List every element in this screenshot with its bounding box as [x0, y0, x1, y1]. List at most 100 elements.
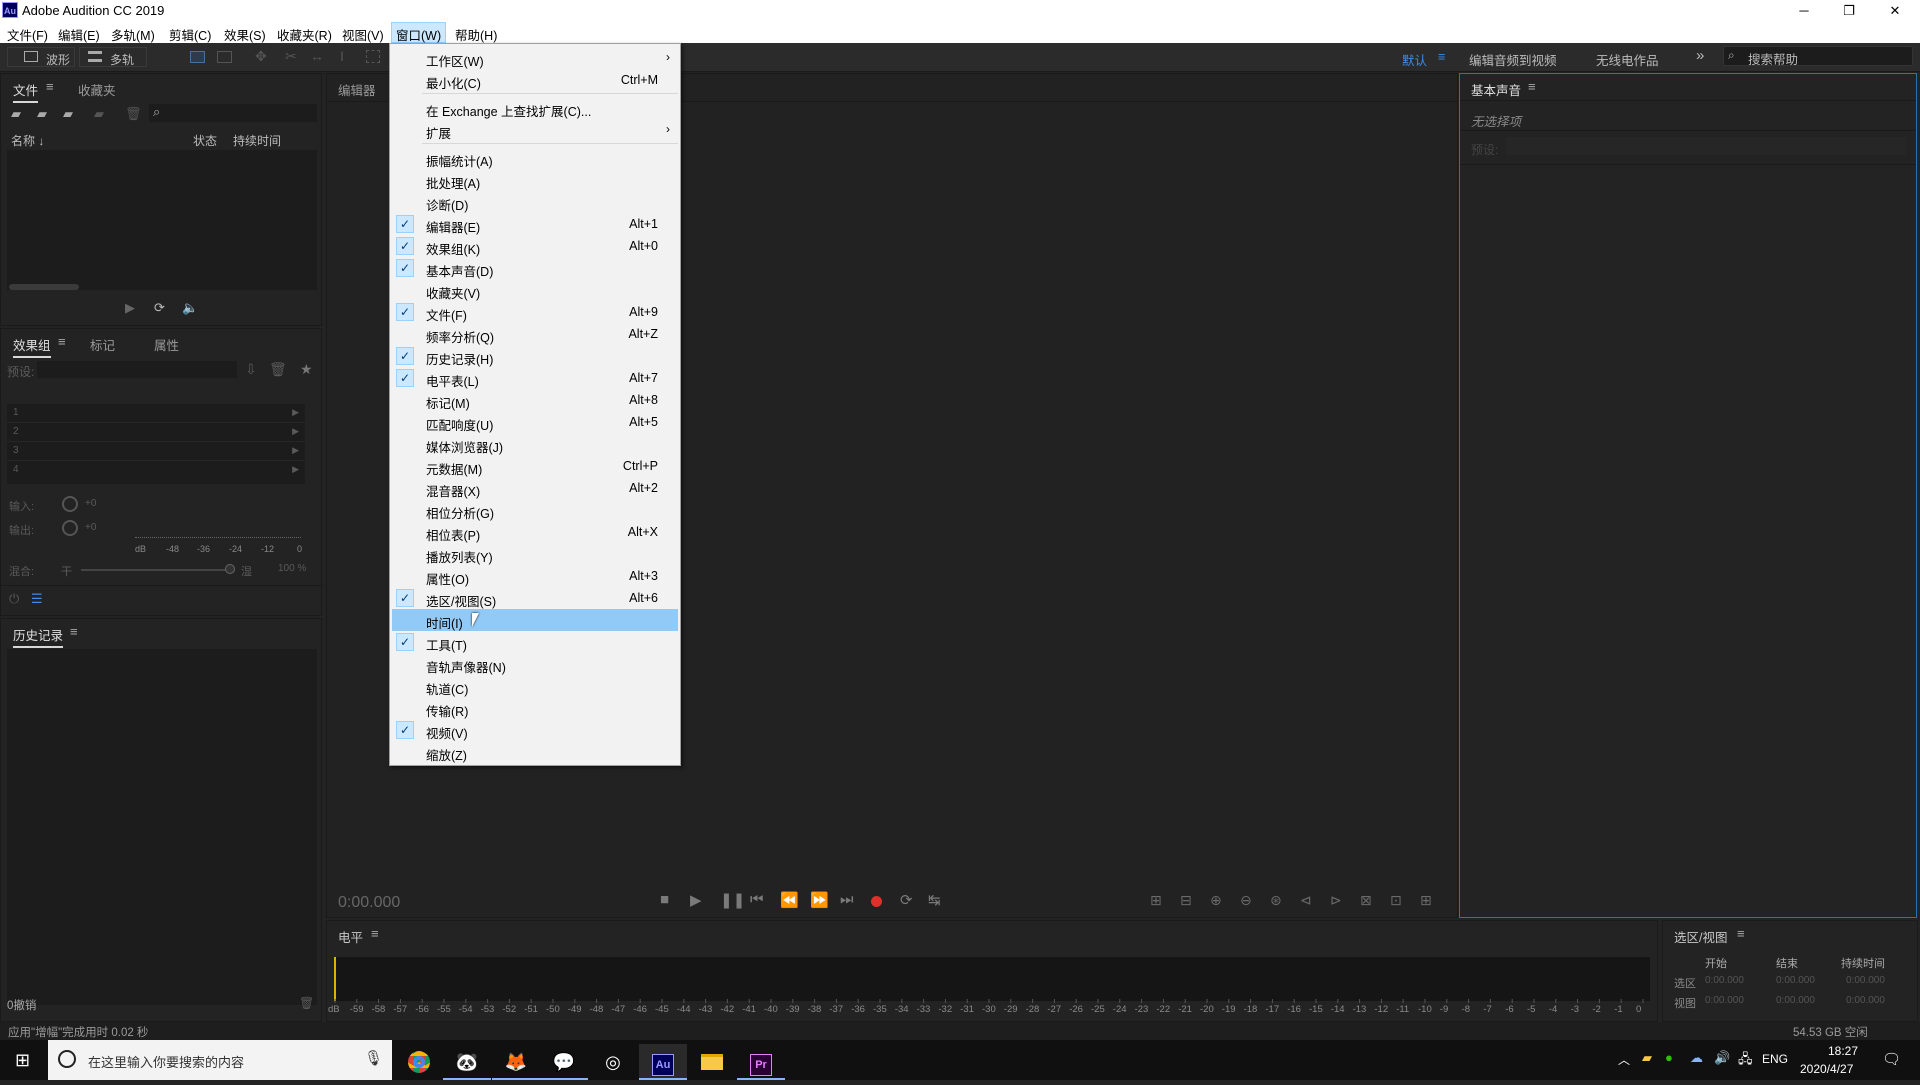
window-menu-item[interactable]: 时间(I) [392, 609, 678, 631]
rewind-icon[interactable]: ⏪ [780, 891, 799, 909]
obs-icon[interactable]: ◎ [589, 1044, 637, 1080]
power-icon[interactable]: ⏻ [9, 591, 19, 607]
zoom-reset-icon[interactable]: ⊞ [1420, 892, 1432, 909]
close-button[interactable]: ✕ [1872, 0, 1918, 22]
insert-into-multitrack-icon[interactable]: ▰ [94, 106, 104, 122]
window-menu-item[interactable]: ✓ 编辑器(E) Alt+1 [392, 213, 678, 235]
delete-preset-icon[interactable]: 🗑 [269, 361, 287, 378]
view-duration[interactable]: 0:00.000 [1846, 995, 1885, 1006]
notification-icon[interactable]: 🗨 [1882, 1050, 1901, 1068]
window-menu-item[interactable]: 收藏夹(V) [392, 279, 678, 301]
loop-playback-icon[interactable]: ⟳ [900, 891, 913, 909]
zoom-out-point-icon[interactable]: ⊳ [1330, 892, 1342, 909]
clear-history-icon[interactable]: 🗑 [299, 996, 314, 1010]
window-menu-item[interactable]: 最小化(C) Ctrl+M [392, 69, 678, 91]
slot-arrow-icon[interactable]: ▶ [292, 464, 299, 475]
input-gain-knob[interactable] [62, 496, 78, 512]
microphone-icon[interactable]: 🎙 [364, 1049, 383, 1067]
window-menu-item[interactable]: ✓ 历史记录(H) [392, 345, 678, 367]
menu-multitrack[interactable]: 多轨(M) [111, 25, 155, 44]
effects-panel-menu-icon[interactable]: ≡ [58, 334, 66, 349]
view-start[interactable]: 0:00.000 [1705, 995, 1744, 1006]
menu-edit[interactable]: 编辑(E) [58, 25, 100, 44]
pitch-display-icon[interactable] [217, 51, 232, 63]
save-preset-icon[interactable]: ⇩ [245, 361, 257, 378]
menu-clip[interactable]: 剪辑(C) [169, 25, 211, 44]
zoom-in-time-icon[interactable]: ⊕ [1210, 892, 1222, 909]
view-end[interactable]: 0:00.000 [1776, 995, 1815, 1006]
record-icon[interactable] [871, 896, 882, 907]
skip-selection-icon[interactable]: ↹ [928, 891, 941, 909]
multitrack-mode-button[interactable]: 多轨 [79, 47, 147, 67]
window-menu-item[interactable]: 传输(R) [392, 697, 678, 719]
new-file-icon[interactable]: ▰ [63, 106, 73, 122]
waveform-mode-button[interactable]: 波形 [7, 47, 75, 67]
audition-icon[interactable]: Au [639, 1044, 687, 1080]
window-menu-item[interactable]: ✓ 选区/视图(S) Alt+6 [392, 587, 678, 609]
history-panel-menu-icon[interactable]: ≡ [70, 624, 78, 639]
list-view-icon[interactable]: ☰ [31, 591, 43, 607]
output-gain-knob[interactable] [62, 520, 78, 536]
effect-slot[interactable]: 3 ▶ [7, 442, 305, 461]
effect-slot[interactable]: 1 ▶ [7, 404, 305, 423]
tab-markers[interactable]: 标记 [90, 335, 115, 354]
workspace-radio-production[interactable]: 无线电作品 [1596, 50, 1659, 69]
zoom-selection-icon[interactable]: ⊠ [1360, 892, 1372, 909]
level-meter-menu-icon[interactable]: ≡ [371, 926, 379, 941]
selection-end[interactable]: 0:00.000 [1776, 975, 1815, 986]
network-icon[interactable]: 🖧 [1738, 1050, 1753, 1072]
window-menu-item[interactable]: ✓ 效果组(K) Alt+0 [392, 235, 678, 257]
pause-icon[interactable]: ❚❚ [720, 891, 745, 909]
slot-arrow-icon[interactable]: ▶ [292, 426, 299, 437]
window-menu-item[interactable]: 诊断(D) [392, 191, 678, 213]
chrome-icon[interactable] [395, 1044, 443, 1080]
history-list[interactable] [7, 649, 317, 1005]
window-menu-item[interactable]: 缩放(Z) [392, 741, 678, 763]
menu-help[interactable]: 帮助(H) [455, 25, 497, 44]
window-menu-item[interactable]: 属性(O) Alt+3 [392, 565, 678, 587]
preview-volume-icon[interactable]: 🔈 [182, 300, 198, 316]
selection-view-title[interactable]: 选区/视图 [1674, 927, 1727, 946]
workspace-default[interactable]: 默认 [1402, 50, 1427, 69]
mix-slider-handle[interactable] [225, 564, 235, 574]
essential-sound-preset-select[interactable] [1506, 137, 1906, 155]
taskbar-search-box[interactable]: 在这里输入你要搜索的内容 🎙 [48, 1040, 392, 1080]
help-search-input[interactable]: ⌕ 搜索帮助 [1723, 46, 1913, 67]
window-menu-item[interactable]: ✓ 工具(T) [392, 631, 678, 653]
zoom-track-icon[interactable]: ⊡ [1390, 892, 1402, 909]
menu-effects[interactable]: 效果(S) [224, 25, 266, 44]
column-name[interactable]: 名称 ↓ [11, 132, 44, 149]
slot-arrow-icon[interactable]: ▶ [292, 407, 299, 418]
show-hidden-icons[interactable]: ︿ [1618, 1051, 1630, 1068]
zoom-out-time-icon[interactable]: ⊖ [1240, 892, 1252, 909]
stop-icon[interactable]: ■ [660, 891, 669, 908]
tray-app-icon[interactable]: ▰ [1642, 1050, 1652, 1066]
import-file-icon[interactable]: ▰ [37, 106, 47, 122]
tab-favorites[interactable]: 收藏夹 [78, 80, 116, 99]
workspace-default-menu-icon[interactable]: ≡ [1438, 50, 1445, 64]
open-file-icon[interactable]: ▰ [11, 106, 21, 122]
menu-favorites[interactable]: 收藏夹(R) [277, 25, 332, 44]
window-menu-item[interactable]: 相位分析(G) [392, 499, 678, 521]
window-menu-item[interactable]: 轨道(C) [392, 675, 678, 697]
marquee-tool-icon[interactable] [366, 50, 380, 63]
selection-start[interactable]: 0:00.000 [1705, 975, 1744, 986]
tab-effects-rack[interactable]: 效果组 [13, 335, 51, 358]
favorite-star-icon[interactable]: ★ [300, 361, 313, 378]
go-to-end-icon[interactable]: ⏭ [840, 891, 854, 908]
tab-properties[interactable]: 属性 [154, 335, 179, 354]
mix-slider[interactable] [81, 569, 229, 571]
razor-tool-icon[interactable]: ✂ [285, 48, 297, 65]
move-tool-icon[interactable]: ✥ [255, 48, 267, 65]
column-status[interactable]: 状态 [193, 132, 217, 149]
slot-arrow-icon[interactable]: ▶ [292, 445, 299, 456]
delete-file-icon[interactable]: 🗑 [125, 106, 142, 122]
zoom-in-point-icon[interactable]: ⊲ [1300, 892, 1312, 909]
window-menu-item[interactable]: 在 Exchange 上查找扩展(C)... [392, 97, 678, 119]
window-menu-item[interactable]: 混音器(X) Alt+2 [392, 477, 678, 499]
window-menu-item[interactable]: ✓ 视频(V) [392, 719, 678, 741]
effects-preset-select[interactable] [37, 361, 237, 378]
window-menu-item[interactable]: 媒体浏览器(J) [392, 433, 678, 455]
history-title[interactable]: 历史记录 [13, 625, 64, 648]
spectral-display-icon[interactable] [190, 51, 205, 63]
